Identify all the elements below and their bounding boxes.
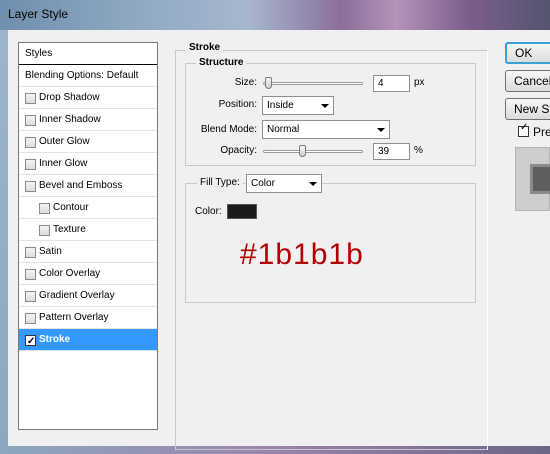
style-item-label: Drop Shadow xyxy=(39,92,100,103)
style-item-label: Outer Glow xyxy=(39,136,90,147)
color-hex-annotation: #1b1b1b xyxy=(240,238,364,271)
style-item-label: Inner Glow xyxy=(39,158,88,169)
style-item-blending-options-default[interactable]: Blending Options: Default xyxy=(19,65,157,87)
styles-list: Styles Blending Options: Default Drop Sha… xyxy=(18,42,158,430)
opacity-unit: % xyxy=(414,145,423,156)
fill-type-select[interactable]: Color xyxy=(246,174,322,193)
style-item-contour[interactable]: Contour xyxy=(19,197,157,219)
style-item-checkbox[interactable] xyxy=(25,93,36,104)
structure-group-title: Structure xyxy=(196,57,247,68)
color-label: Color: xyxy=(195,206,222,217)
styles-header[interactable]: Styles xyxy=(19,43,157,65)
style-item-checkbox[interactable] xyxy=(25,313,36,324)
color-swatch[interactable] xyxy=(227,204,257,219)
position-label: Position: xyxy=(218,99,257,110)
style-item-bevel-and-emboss[interactable]: Bevel and Emboss xyxy=(19,175,157,197)
blend-mode-select-value: Normal xyxy=(267,124,300,135)
style-item-label: Inner Shadow xyxy=(39,114,101,125)
opacity-slider-track[interactable] xyxy=(263,150,363,153)
chevron-down-icon xyxy=(377,128,385,132)
style-item-checkbox[interactable] xyxy=(25,331,36,353)
blend-mode-select[interactable]: Normal xyxy=(262,120,390,139)
style-item-label: Bevel and Emboss xyxy=(39,180,123,191)
style-item-label: Satin xyxy=(39,246,62,257)
ok-button[interactable]: OK xyxy=(505,42,550,64)
style-item-inner-glow[interactable]: Inner Glow xyxy=(19,153,157,175)
style-item-texture[interactable]: Texture xyxy=(19,219,157,241)
window-frame-left xyxy=(0,30,8,454)
opacity-label: Opacity: xyxy=(220,145,257,156)
preview-checkbox[interactable] xyxy=(518,122,529,137)
style-preview-shape xyxy=(530,164,550,194)
opacity-slider-thumb[interactable] xyxy=(299,145,306,157)
style-item-label: Texture xyxy=(53,224,86,235)
size-label: Size: xyxy=(234,77,257,88)
style-item-outer-glow[interactable]: Outer Glow xyxy=(19,131,157,153)
style-item-label: Gradient Overlay xyxy=(39,290,115,301)
style-item-satin[interactable]: Satin xyxy=(19,241,157,263)
style-item-checkbox[interactable] xyxy=(39,203,50,214)
style-item-label: Stroke xyxy=(39,334,71,345)
style-item-checkbox[interactable] xyxy=(25,181,36,192)
style-item-label: Color Overlay xyxy=(39,268,101,279)
style-preview-thumbnail xyxy=(515,147,550,211)
size-slider-thumb[interactable] xyxy=(265,77,272,89)
style-item-pattern-overlay[interactable]: Pattern Overlay xyxy=(19,307,157,329)
title-bar[interactable]: Layer Style xyxy=(0,0,550,30)
style-item-stroke[interactable]: Stroke xyxy=(19,329,157,353)
style-item-drop-shadow[interactable]: Drop Shadow xyxy=(19,87,157,109)
position-select[interactable]: Inside xyxy=(262,96,334,115)
stroke-section-title: Stroke xyxy=(186,42,224,53)
style-item-checkbox[interactable] xyxy=(25,159,36,170)
style-item-checkbox[interactable] xyxy=(39,225,50,236)
styles-header-label: Styles xyxy=(25,48,53,59)
style-item-checkbox[interactable] xyxy=(25,137,36,148)
style-item-label: Pattern Overlay xyxy=(39,312,109,323)
fill-type-label: Fill Type: xyxy=(197,177,243,188)
blend-mode-label: Blend Mode: xyxy=(200,124,257,135)
window-title: Layer Style xyxy=(8,7,69,21)
fill-type-select-value: Color xyxy=(251,178,275,189)
style-item-label: Blending Options: Default xyxy=(25,70,139,81)
style-item-checkbox[interactable] xyxy=(25,115,36,126)
cancel-button[interactable]: Cancel xyxy=(505,70,550,92)
size-input[interactable]: 4 xyxy=(373,75,410,92)
preview-label: Preview xyxy=(533,125,550,139)
chevron-down-icon xyxy=(309,182,317,186)
style-item-gradient-overlay[interactable]: Gradient Overlay xyxy=(19,285,157,307)
style-item-checkbox[interactable] xyxy=(25,291,36,302)
style-item-checkbox[interactable] xyxy=(25,269,36,280)
size-unit: px xyxy=(414,77,425,88)
size-slider-track[interactable] xyxy=(263,82,363,85)
style-item-label: Contour xyxy=(53,202,89,213)
new-style-button[interactable]: New Style... xyxy=(505,98,550,120)
style-item-checkbox[interactable] xyxy=(25,247,36,258)
style-item-color-overlay[interactable]: Color Overlay xyxy=(19,263,157,285)
opacity-input[interactable]: 39 xyxy=(373,143,410,160)
chevron-down-icon xyxy=(321,104,329,108)
position-select-value: Inside xyxy=(267,100,294,111)
style-item-inner-shadow[interactable]: Inner Shadow xyxy=(19,109,157,131)
